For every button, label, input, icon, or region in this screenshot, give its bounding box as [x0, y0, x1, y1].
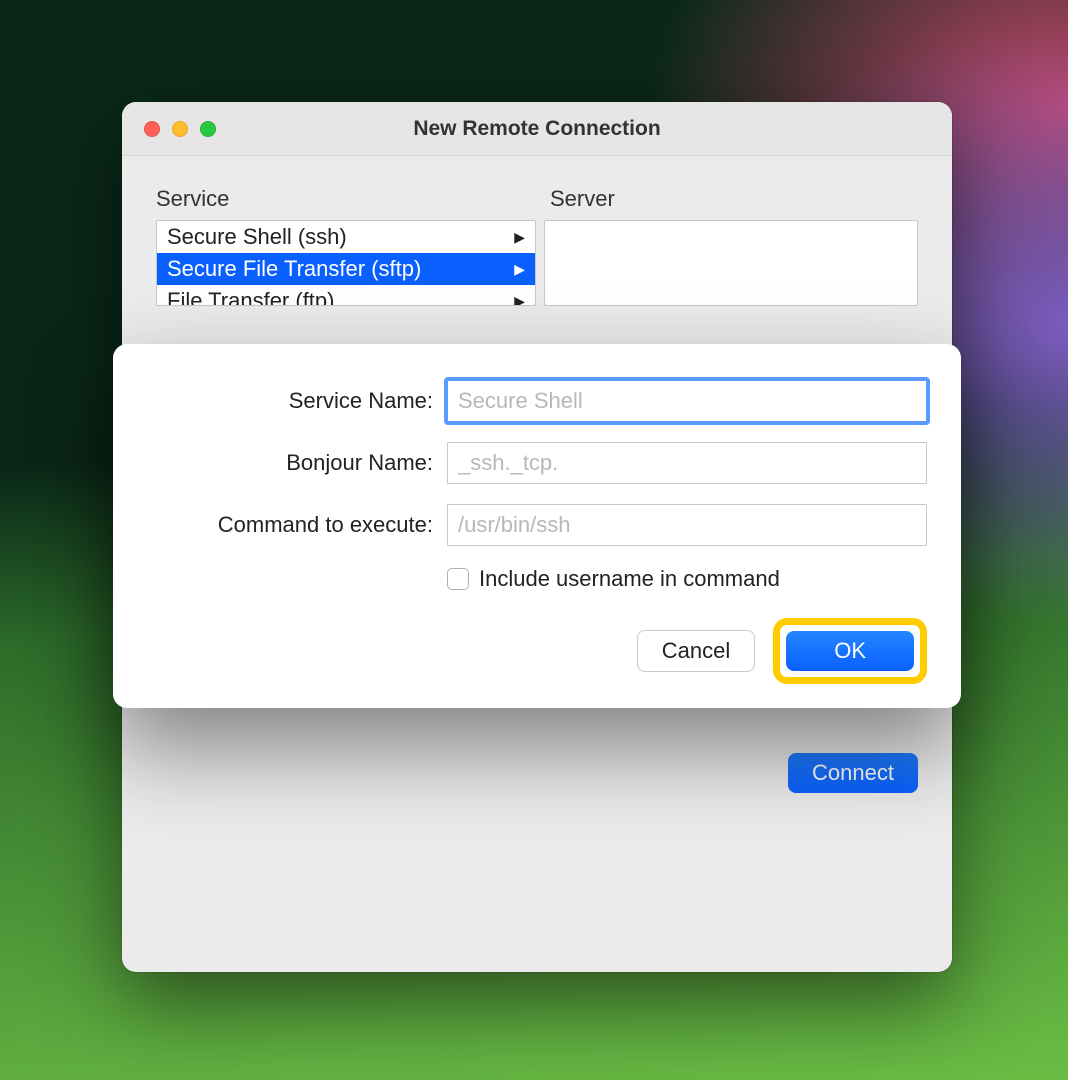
service-item-label: Secure File Transfer (sftp) [167, 256, 421, 282]
service-column-label: Service [156, 186, 536, 220]
ok-button[interactable]: OK [786, 631, 914, 671]
service-edit-sheet: Service Name: Bonjour Name: Command to e… [113, 344, 961, 708]
service-name-input[interactable] [447, 380, 927, 422]
include-username-row: Include username in command [447, 566, 927, 592]
command-input[interactable] [447, 504, 927, 546]
command-label: Command to execute: [147, 512, 447, 538]
service-list[interactable]: Secure Shell (ssh) ▶ Secure File Transfe… [156, 220, 536, 306]
include-username-label: Include username in command [479, 566, 780, 592]
bonjour-name-input[interactable] [447, 442, 927, 484]
sheet-buttons: Cancel OK [147, 618, 927, 684]
ok-highlight: OK [773, 618, 927, 684]
titlebar: New Remote Connection [122, 102, 952, 156]
service-item-label: File Transfer (ftp) [167, 288, 334, 306]
bonjour-name-label: Bonjour Name: [147, 450, 447, 476]
server-list[interactable] [544, 220, 918, 306]
server-column-label: Server [536, 186, 918, 220]
service-item-ssh[interactable]: Secure Shell (ssh) ▶ [157, 221, 535, 253]
include-username-checkbox[interactable] [447, 568, 469, 590]
columns-header: Service Server [156, 186, 918, 220]
service-item-label: Secure Shell (ssh) [167, 224, 347, 250]
cancel-button[interactable]: Cancel [637, 630, 755, 672]
connect-button[interactable]: Connect [788, 753, 918, 793]
command-row: Command to execute: [147, 504, 927, 546]
service-item-ftp[interactable]: File Transfer (ftp) ▶ [157, 285, 535, 306]
connect-row: Connect [156, 753, 918, 793]
list-panes: Secure Shell (ssh) ▶ Secure File Transfe… [156, 220, 918, 306]
chevron-right-icon: ▶ [514, 229, 525, 246]
window-title: New Remote Connection [122, 117, 952, 141]
service-name-label: Service Name: [147, 388, 447, 414]
chevron-right-icon: ▶ [514, 261, 525, 278]
chevron-right-icon: ▶ [514, 293, 525, 307]
service-item-sftp[interactable]: Secure File Transfer (sftp) ▶ [157, 253, 535, 285]
bonjour-name-row: Bonjour Name: [147, 442, 927, 484]
service-name-row: Service Name: [147, 380, 927, 422]
